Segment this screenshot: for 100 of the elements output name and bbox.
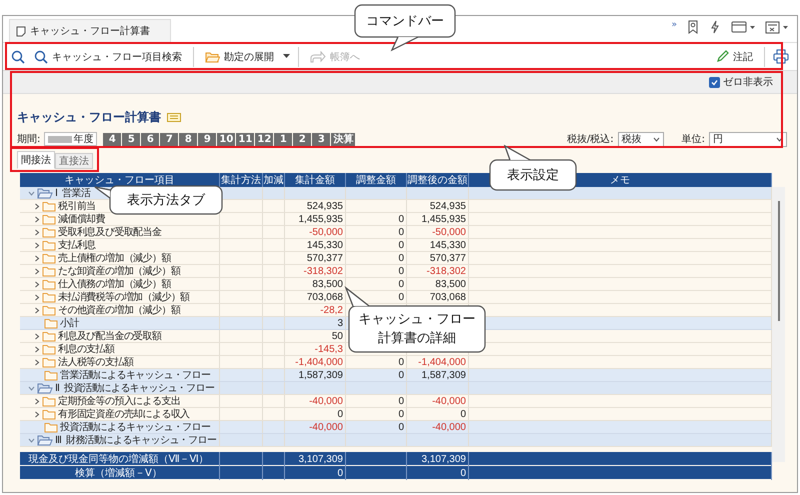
- month-button[interactable]: 9: [198, 132, 216, 146]
- note-button[interactable]: 注記: [713, 48, 756, 66]
- adjustment-value: 0: [398, 356, 404, 368]
- month-button[interactable]: 11: [236, 132, 254, 146]
- row-label: 営業活動によるキャッシュ・フロー: [60, 369, 210, 381]
- row-label: 減価償却費: [58, 213, 106, 225]
- document-tab[interactable]: キャッシュ・フロー計算書: [9, 19, 171, 42]
- month-button[interactable]: 12: [255, 132, 274, 146]
- fiscal-year-field[interactable]: 年度: [44, 132, 98, 146]
- total-adjusted: 0: [407, 466, 469, 480]
- scrollbar[interactable]: [772, 187, 785, 462]
- unit-select[interactable]: 円: [709, 132, 787, 146]
- row-label: 投資活動によるキャッシュ・フロー: [60, 421, 210, 433]
- row-label: 税引前当: [58, 200, 96, 212]
- amount-value: -40,000: [309, 395, 343, 407]
- adjustment-value: 0: [398, 239, 404, 251]
- row-label: 営業活: [62, 187, 90, 199]
- roman-numeral: Ⅱ: [55, 382, 60, 394]
- adjusted-value: -40,000: [432, 395, 466, 407]
- printer-icon[interactable]: [773, 49, 789, 64]
- adjusted-value: 83,500: [435, 278, 466, 290]
- row-label: 利息及び配当金の受取額: [58, 330, 162, 342]
- dropdown-caret-icon: [776, 136, 783, 142]
- adjustment-value: 0: [398, 226, 404, 238]
- search-icon: [34, 50, 48, 64]
- amount-value: -1,404,000: [295, 356, 343, 368]
- adjusted-value: 524,935: [430, 200, 466, 212]
- adjusted-value: -40,000: [432, 421, 466, 433]
- month-button[interactable]: 7: [160, 132, 178, 146]
- overflow-button[interactable]: »: [671, 20, 677, 30]
- adjustment-value: 0: [398, 421, 404, 433]
- adjusted-value: -50,000: [432, 226, 466, 238]
- adjustment-value: 0: [398, 265, 404, 277]
- amount-value: 524,935: [306, 200, 343, 212]
- document-icon: [16, 26, 26, 36]
- month-button[interactable]: 2: [293, 132, 312, 146]
- dropdown-caret-icon: [652, 136, 660, 142]
- row-label: 有形固定資産の売却による収入: [58, 408, 190, 420]
- amount-value: 703,068: [306, 291, 343, 303]
- adjustment-value: 0: [398, 278, 404, 290]
- month-button[interactable]: 4: [103, 132, 122, 146]
- month-button[interactable]: 1: [274, 132, 292, 146]
- amount-value: -28,2: [320, 304, 343, 316]
- month-button[interactable]: 5: [122, 132, 140, 146]
- adjusted-value: 1,587,309: [422, 369, 466, 381]
- row-label: 受取利息及び受取配当金: [58, 226, 162, 238]
- adjusted-value: -318,302: [426, 265, 466, 277]
- amount-value: 50: [332, 330, 343, 342]
- method-tab[interactable]: 直接法: [55, 153, 93, 169]
- caret-icon[interactable]: [283, 54, 290, 59]
- amount-value: -318,302: [304, 265, 343, 277]
- amount-value: 1,455,935: [298, 213, 343, 225]
- forward-arrow-icon: [310, 50, 326, 62]
- unit-label: 単位:: [682, 133, 705, 146]
- amount-value: 3: [337, 317, 343, 329]
- total-label: 検算（増減額－Ⅴ）: [20, 466, 220, 480]
- row-label: その他資産の増加（減少）額: [58, 304, 180, 316]
- amount-value: 145,330: [306, 239, 343, 251]
- row-label: 財務活動によるキャッシュ・フロー: [66, 434, 216, 446]
- month-button[interactable]: 10: [217, 132, 236, 146]
- month-button[interactable]: 8: [179, 132, 198, 146]
- amount-value: 83,500: [312, 278, 343, 290]
- row-label: たな卸資産の増加（減少）額: [58, 265, 180, 277]
- window-menu-icon[interactable]: [731, 20, 755, 34]
- amount-value: 570,377: [306, 252, 343, 264]
- row-label: 支払利息: [58, 239, 96, 251]
- pencil-icon: [716, 50, 729, 63]
- bookmark-icon[interactable]: [687, 20, 699, 34]
- method-tab[interactable]: 間接法: [17, 151, 55, 169]
- search-icon: [11, 50, 25, 64]
- row-label: 未払消費税等の増加（減少）額: [58, 291, 190, 303]
- checkmark-icon: [711, 78, 718, 86]
- row-label: 法人税等の支払額: [58, 356, 134, 368]
- adjustment-value: 0: [398, 408, 404, 420]
- row-label: 仕入債務の増加（減少）額: [58, 278, 171, 290]
- folder-icon: [205, 50, 220, 62]
- adjusted-value: 703,068: [430, 291, 466, 303]
- adjusted-value: 1,455,935: [422, 213, 466, 225]
- month-button[interactable]: 決算: [331, 132, 356, 146]
- row-label: 小計: [60, 317, 79, 329]
- row-label: 投資活動によるキャッシュ・フロー: [64, 382, 214, 394]
- item-search-button[interactable]: キャッシュ・フロー項目検索: [31, 48, 185, 66]
- adjusted-value: 570,377: [430, 252, 466, 264]
- roman-numeral: Ⅲ: [55, 434, 62, 446]
- month-button[interactable]: 6: [141, 132, 160, 146]
- total-amount: 0: [285, 466, 346, 480]
- adjustment-value: 0: [398, 395, 404, 407]
- callout-text: 表示設定: [506, 166, 560, 184]
- row-label: 売上債権の増加（減少）額: [58, 252, 171, 264]
- adjusted-value: 0: [460, 408, 466, 420]
- tax-select[interactable]: 税抜: [618, 132, 664, 146]
- month-button[interactable]: 3: [312, 132, 330, 146]
- callout-text: コマンドバー: [365, 12, 445, 30]
- amount-value: -145,3: [314, 343, 343, 355]
- tab-title: キャッシュ・フロー計算書: [30, 24, 150, 38]
- adjusted-value: 145,330: [430, 239, 466, 251]
- amount-value: -40,000: [309, 421, 343, 433]
- lightning-icon[interactable]: [709, 20, 721, 34]
- expand-accounts-button[interactable]: 勘定の展開: [202, 48, 277, 66]
- zero-hide-checkbox[interactable]: ゼロ非表示: [709, 75, 773, 89]
